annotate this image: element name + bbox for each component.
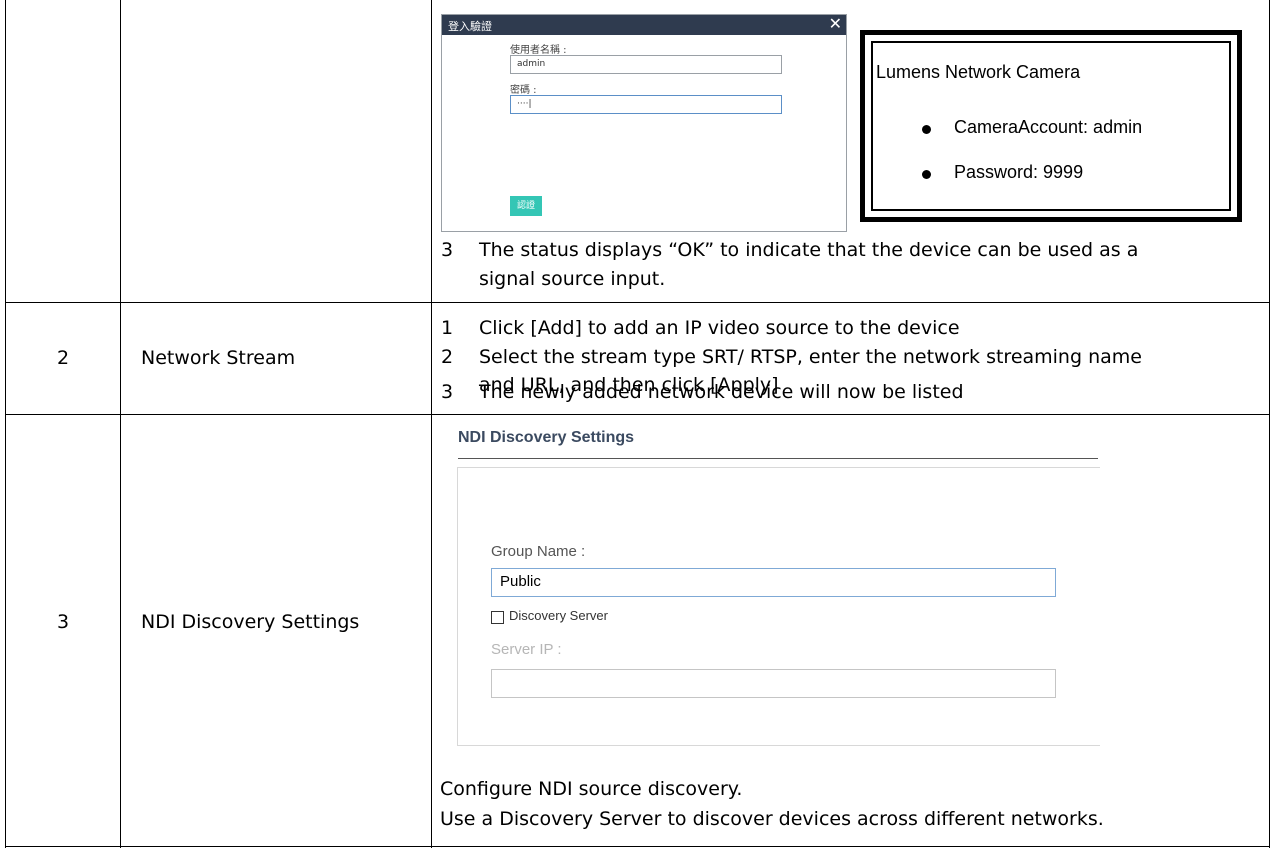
- table-border-right: [1269, 0, 1270, 848]
- camera-account-item: CameraAccount: admin: [954, 117, 1143, 137]
- step-text: Select the stream type SRT/ RTSP, enter …: [479, 346, 1142, 368]
- close-icon[interactable]: ✕: [829, 14, 842, 33]
- ndi-description-line: Use a Discovery Server to discover devic…: [440, 808, 1104, 830]
- step-number: 3: [441, 239, 454, 261]
- ndi-settings-panel: [457, 467, 1100, 746]
- camera-credentials-title: Lumens Network Camera: [876, 62, 1081, 82]
- camera-password-item: Password: 9999: [954, 162, 1084, 182]
- table-divider-1: [120, 0, 121, 848]
- step-number: 2: [441, 346, 454, 368]
- dialog-header: 登入驗證 ✕: [442, 14, 846, 35]
- username-field[interactable]: admin: [510, 55, 782, 74]
- table-divider-2: [431, 0, 432, 848]
- password-label: 密碼 :: [510, 85, 537, 96]
- ndi-title-divider: [458, 458, 1098, 459]
- step-item: 3 The status displays “OK” to indicate t…: [441, 236, 1261, 296]
- row-number: 3: [57, 611, 70, 633]
- bullet-icon: [922, 170, 931, 179]
- login-dialog: 登入驗證 ✕ 使用者名稱 : admin 密碼 : ····| 認證: [441, 14, 847, 232]
- dialog-title: 登入驗證: [448, 20, 492, 33]
- discovery-server-label: Discovery Server: [509, 608, 608, 623]
- password-field[interactable]: ····|: [510, 95, 782, 114]
- row-separator-1: [5, 302, 1270, 303]
- step-number: 3: [441, 381, 454, 403]
- ndi-settings-title: NDI Discovery Settings: [458, 429, 635, 446]
- bullet-icon: [922, 125, 931, 134]
- step-text: The newly added network device will now …: [479, 381, 964, 403]
- row-separator-2: [5, 414, 1270, 415]
- ndi-description-line: Configure NDI source discovery.: [440, 778, 743, 800]
- step-text: Click [Add] to add an IP video source to…: [479, 317, 960, 339]
- discovery-server-checkbox[interactable]: [491, 611, 504, 624]
- step-item: 1 Click [Add] to add an IP video source …: [441, 314, 1261, 343]
- step-text-continued: signal source input.: [479, 268, 666, 290]
- server-ip-label: Server IP :: [491, 641, 562, 658]
- group-name-label: Group Name :: [491, 543, 586, 560]
- step-item: 3 The newly added network device will no…: [441, 378, 1261, 407]
- step-text: The status displays “OK” to indicate tha…: [479, 239, 1139, 261]
- authenticate-button[interactable]: 認證: [510, 196, 542, 216]
- row-number: 2: [57, 347, 70, 369]
- feature-name: NDI Discovery Settings: [141, 611, 360, 633]
- username-label: 使用者名稱 :: [510, 45, 567, 56]
- server-ip-input[interactable]: [491, 669, 1056, 698]
- table-border-bottom: [5, 846, 1270, 847]
- group-name-input[interactable]: Public: [491, 568, 1056, 597]
- step-number: 1: [441, 317, 454, 339]
- feature-name: Network Stream: [141, 347, 296, 369]
- table-border-left: [5, 0, 6, 848]
